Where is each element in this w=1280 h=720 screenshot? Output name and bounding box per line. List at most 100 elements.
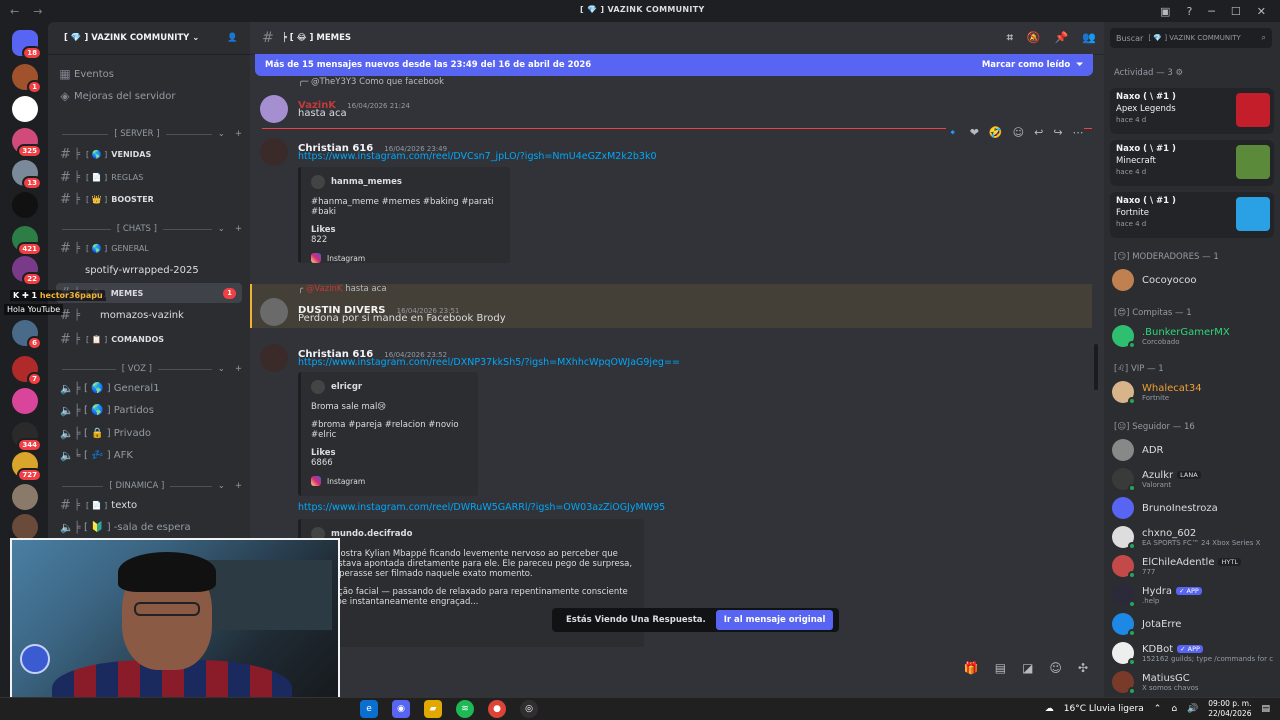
voice-general1[interactable]: 🔈╞[ 🌎 ] General1 (56, 378, 242, 398)
minimize-icon[interactable]: ─ (1208, 5, 1215, 18)
server-icon[interactable]: 6 (12, 320, 42, 350)
edge-icon[interactable]: e (360, 700, 378, 718)
embed-author[interactable]: mundo.decifrado (331, 529, 412, 539)
member-list-icon[interactable]: 👥 (1082, 31, 1096, 45)
server-icon[interactable]: 727 (12, 452, 42, 482)
close-icon[interactable]: ✕ (1257, 5, 1266, 18)
spotify-icon[interactable]: ≋ (456, 700, 474, 718)
member-row[interactable]: Whalecat34 Fortnite (1112, 378, 1276, 406)
sticker-icon[interactable]: ◪ (1022, 661, 1033, 675)
activity-card[interactable]: Naxo ( \ #1 ) Minecraft hace 4 d (1110, 140, 1274, 186)
channel-booster[interactable]: # ╞[ 👑 ] BOOSTER (56, 189, 242, 209)
member-row[interactable]: ElChileAdentle HYTL 777 (1112, 552, 1276, 580)
explorer-icon[interactable]: ▰ (424, 700, 442, 718)
category-dinamica[interactable]: [ DINAMICA ] ⌄ + (56, 479, 242, 493)
category-voz[interactable]: [ VOZ ] ⌄ + (56, 362, 242, 376)
jump-to-original-button[interactable]: Ir al mensaje original (715, 610, 834, 630)
voice-partidos[interactable]: 🔈╞[ 🌎 ] Partidos (56, 400, 242, 420)
tray-chevron-icon[interactable]: ⌃ (1154, 704, 1162, 714)
server-icon[interactable] (12, 388, 38, 414)
notifications-icon[interactable]: ▤ (1261, 704, 1270, 714)
boosts-link[interactable]: ◈ Mejoras del servidor (56, 86, 242, 106)
voice-privado[interactable]: 🔈╞[ 🔒 ] Privado (56, 423, 242, 443)
message-link[interactable]: https://www.instagram.com/reel/DWRuW5GAR… (298, 502, 665, 513)
server-icon[interactable]: 7 (12, 356, 42, 386)
embed-author[interactable]: hanma_memes (331, 177, 402, 187)
add-reaction-icon[interactable]: ☺ (1013, 126, 1024, 144)
back-arrow-icon[interactable]: ← (10, 5, 19, 18)
mute-bell-icon[interactable]: 🔕 (1027, 31, 1041, 45)
events-link[interactable]: ▦ Eventos (56, 64, 242, 84)
voice-afk[interactable]: 🔈╘[ 💤 ] AFK (56, 445, 242, 465)
network-icon[interactable]: ⌂ (1171, 704, 1177, 714)
member-row[interactable]: JotaErre (1112, 610, 1276, 638)
channel-comandos[interactable]: # ╞[ 📋 ] COMANDOS (56, 329, 242, 349)
member-row[interactable]: chxno_602 EA SPORTS FC™ 24 Xbox Series X (1112, 523, 1276, 551)
forward-arrow-icon[interactable]: → (33, 5, 42, 18)
search-input[interactable]: Buscar [ 💎 ] VAZINK COMMUNITY ⌕ (1110, 28, 1272, 48)
message-link[interactable]: https://www.instagram.com/reel/DXNP37kkS… (298, 357, 680, 368)
pin-icon[interactable]: 📌 (1055, 31, 1069, 45)
member-row[interactable]: Hydra ✓ APP .help (1112, 581, 1276, 609)
scrollbar[interactable] (1094, 344, 1098, 390)
activity-card[interactable]: Naxo ( \ #1 ) Apex Legends hace 4 d (1110, 88, 1274, 134)
emoji-icon[interactable]: 🤣 (989, 126, 1003, 144)
gift-icon[interactable]: 🎁 (964, 661, 979, 675)
embed-author[interactable]: elricgr (331, 382, 362, 392)
reply-preview[interactable]: ╭ @VazinK hasta aca (298, 284, 387, 294)
heart-icon[interactable]: ❤ (970, 126, 979, 144)
gif-icon[interactable]: ▤ (995, 661, 1006, 675)
threads-icon[interactable]: ⌗ (1007, 31, 1013, 45)
server-icon[interactable] (12, 484, 38, 510)
avatar[interactable] (260, 138, 288, 166)
volume-icon[interactable]: 🔊 (1187, 704, 1198, 714)
activity-card[interactable]: Naxo ( \ #1 ) Fortnite hace 4 d (1110, 192, 1274, 238)
member-row[interactable]: .BunkerGamerMX Corcobado (1112, 322, 1276, 350)
avatar[interactable] (260, 95, 288, 123)
help-icon[interactable]: ? (1186, 5, 1192, 18)
channel-general[interactable]: # ╞[ 🌎 ] GENERAL (56, 238, 242, 258)
member-row[interactable]: ADR (1112, 436, 1276, 464)
member-row[interactable]: MatiusGC X somos chavos (1112, 668, 1276, 696)
avatar[interactable] (260, 344, 288, 372)
server-icon[interactable] (12, 96, 38, 122)
member-row[interactable]: KDBot ✓ APP 152162 guilds; type /commands … (1112, 639, 1276, 667)
discord-icon[interactable]: ◉ (392, 700, 410, 718)
server-icon[interactable]: 22 (12, 256, 42, 286)
server-icon[interactable]: 344 (12, 422, 42, 452)
server-icon[interactable]: 18 (12, 30, 42, 60)
category-chats[interactable]: [ CHATS ] ⌄ + (56, 222, 242, 236)
inbox-icon[interactable]: ▣ (1160, 5, 1170, 18)
obs-icon[interactable]: ◎ (520, 700, 538, 718)
avatar[interactable] (260, 298, 288, 326)
emoji-picker-icon[interactable]: ☺ (1049, 661, 1062, 675)
new-messages-bar[interactable]: Más de 15 mensajes nuevos desde las 23:4… (255, 54, 1093, 76)
member-row[interactable]: BrunoInestroza (1112, 494, 1276, 522)
channel-spotify[interactable]: spotify-wrrapped-2025 (56, 260, 242, 280)
server-icon[interactable] (12, 192, 38, 218)
more-icon[interactable]: ⋯ (1073, 126, 1084, 144)
server-icon[interactable] (12, 514, 38, 540)
clock[interactable]: 09:00 p. m. 22/04/2026 (1208, 699, 1251, 719)
channel-reglas[interactable]: # ╞[ 📄 ] REGLAS (56, 167, 242, 187)
server-icon[interactable]: 421 (12, 226, 42, 256)
channel-momazos[interactable]: # ╞ momazos-vazink (56, 305, 242, 325)
forward-icon[interactable]: ↪ (1053, 126, 1062, 144)
message-link[interactable]: https://www.instagram.com/reel/DVCsn7_jp… (298, 151, 657, 162)
channel-texto[interactable]: # ╞[ 📄 ] texto (56, 495, 242, 515)
reply-preview[interactable]: ╭─ @TheY3Y3 Como que facebook (298, 77, 444, 87)
add-channel-icon[interactable]: + (235, 129, 242, 139)
server-icon[interactable]: 1 (12, 64, 42, 94)
chrome-icon[interactable]: ● (488, 700, 506, 718)
reaction-icon[interactable]: 🔹 (946, 126, 960, 144)
mark-read-button[interactable]: Marcar como leído (982, 60, 1070, 70)
add-member-icon[interactable]: 👤 (227, 33, 238, 43)
voice-sala-espera[interactable]: 🔈╞[ 🔰 ] -sala de espera (56, 517, 242, 537)
reply-icon[interactable]: ↩ (1034, 126, 1043, 144)
apps-icon[interactable]: ✣ (1078, 661, 1088, 675)
guild-header[interactable]: [ 💎 ] VAZINK COMMUNITY ⌄ 👤 (48, 22, 250, 55)
member-row[interactable]: Cocoyocoo (1112, 266, 1276, 294)
category-server[interactable]: [ SERVER ] ⌄ + (56, 127, 242, 141)
channel-venidas[interactable]: # ╞[ 🌎 ] VENIDAS (56, 144, 242, 164)
maximize-icon[interactable]: ☐ (1231, 5, 1241, 18)
